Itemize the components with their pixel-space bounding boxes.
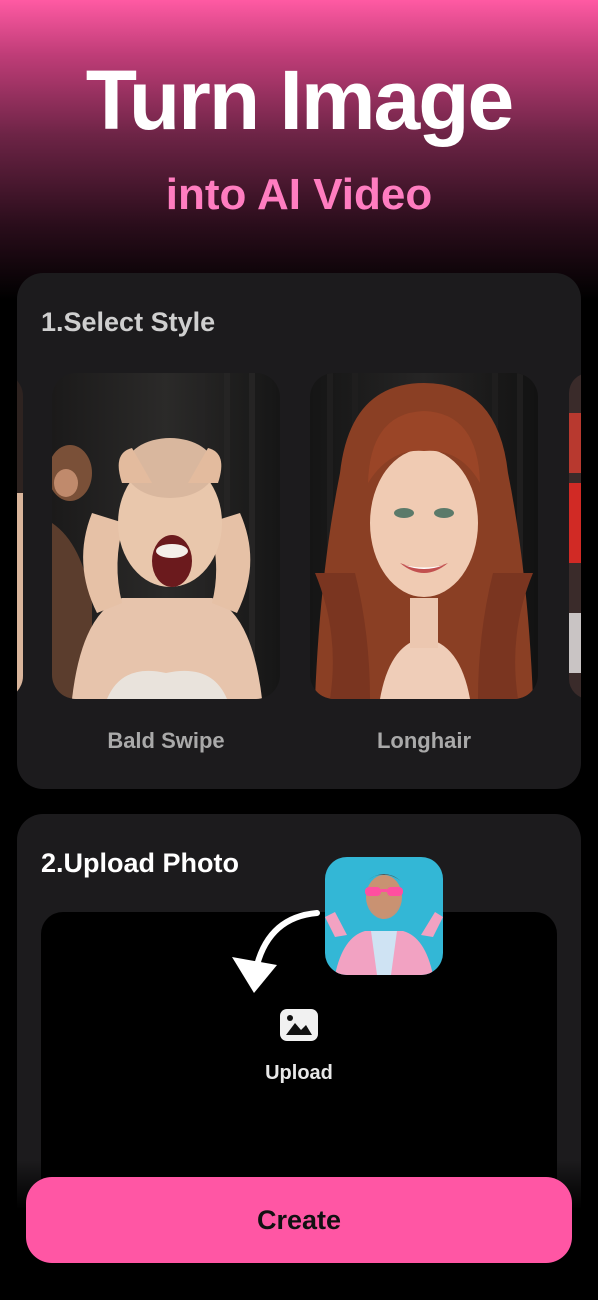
upload-label: Upload [265, 1062, 333, 1084]
style-label-bald-swipe: Bald Swipe [107, 728, 225, 753]
style-thumbnail-longhair[interactable] [310, 373, 538, 699]
style-thumbnail-bald-swipe[interactable] [52, 373, 280, 699]
create-button[interactable]: Create [26, 1177, 572, 1263]
hero-background [0, 0, 598, 300]
hero-subtitle: into AI Video [165, 170, 433, 219]
style-thumbnail-partial-right[interactable] [569, 373, 581, 699]
style-thumbnail-partial-left[interactable] [17, 373, 23, 699]
select-style-title: 1.Select Style [41, 307, 216, 337]
upload-photo-title: 2.Upload Photo [41, 848, 239, 878]
hero-title: Turn Image [85, 53, 515, 147]
sample-photo [325, 857, 443, 975]
curved-arrow-icon [232, 910, 320, 993]
style-label-longhair: Longhair [376, 728, 472, 753]
image-icon [280, 1009, 318, 1041]
select-style-card: 1.Select Style Bald Swipe Longhair [17, 273, 581, 789]
